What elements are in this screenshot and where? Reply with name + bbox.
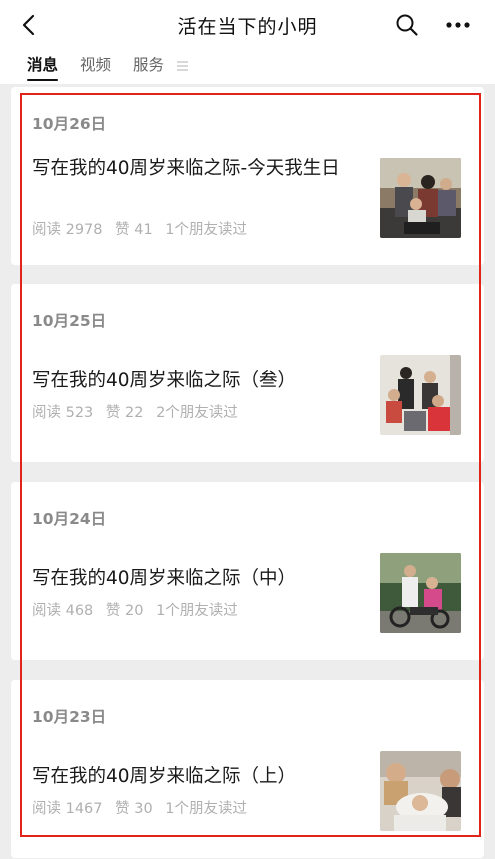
- like-count: 赞 41: [115, 222, 153, 238]
- tab-services[interactable]: 服务: [133, 50, 188, 81]
- tab-bar: 消息 视频 服务: [0, 50, 495, 84]
- article-stats: 阅读 2978 赞 41 1个朋友读过: [32, 218, 255, 239]
- tab-videos[interactable]: 视频: [80, 50, 111, 81]
- article-thumbnail[interactable]: [380, 751, 461, 831]
- page: 活在当下的小明 消息 视频 服务 10月26日 写在我的40周岁来临之际-今天我…: [0, 0, 495, 859]
- top-navbar: 活在当下的小明: [0, 0, 495, 50]
- article-card[interactable]: 10月23日 写在我的40周岁来临之际（上） 阅读 1467 赞 30 1个朋友…: [11, 680, 484, 858]
- article-date: 10月23日: [32, 708, 107, 726]
- article-title[interactable]: 写在我的40周岁来临之际（叁）: [32, 367, 362, 395]
- article-card[interactable]: 10月26日 写在我的40周岁来临之际-今天我生日 阅读 2978 赞 41 1…: [11, 87, 484, 265]
- tab-label: 视频: [80, 56, 112, 74]
- family-photo-image: [380, 158, 461, 238]
- read-count: 阅读 1467: [32, 801, 103, 817]
- like-count: 赞 30: [115, 801, 153, 817]
- tab-label: 消息: [27, 56, 59, 74]
- article-stats: 阅读 523 赞 22 2个朋友读过: [32, 401, 246, 422]
- more-dots-icon: [446, 22, 470, 28]
- article-stats: 阅读 1467 赞 30 1个朋友读过: [32, 797, 255, 818]
- page-title: 活在当下的小明: [177, 15, 318, 38]
- more-button[interactable]: [441, 11, 475, 39]
- search-button[interactable]: [393, 11, 421, 39]
- article-card[interactable]: 10月25日 写在我的40周岁来临之际（叁） 阅读 523 赞 22 2个朋友读…: [11, 284, 484, 462]
- article-thumbnail[interactable]: [380, 158, 461, 238]
- article-stats: 阅读 468 赞 20 1个朋友读过: [32, 599, 246, 620]
- article-title[interactable]: 写在我的40周岁来临之际（上）: [32, 763, 362, 791]
- article-thumbnail[interactable]: [380, 355, 461, 435]
- article-date: 10月26日: [32, 115, 107, 133]
- back-button[interactable]: [14, 10, 44, 40]
- read-count: 阅读 468: [32, 603, 94, 619]
- friends-read: 1个朋友读过: [156, 603, 238, 619]
- article-date: 10月24日: [32, 510, 107, 528]
- article-thumbnail[interactable]: [380, 553, 461, 633]
- chevron-left-icon: [22, 14, 35, 36]
- bedside-photo-image: [380, 751, 461, 831]
- menu-icon: [176, 60, 188, 71]
- like-count: 赞 22: [105, 405, 144, 421]
- friends-read: 1个朋友读过: [165, 801, 248, 817]
- article-title[interactable]: 写在我的40周岁来临之际-今天我生日: [32, 155, 362, 183]
- article-card[interactable]: 10月24日 写在我的40周岁来临之际（中） 阅读 468 赞 20 1个朋友读…: [11, 482, 484, 660]
- search-icon: [396, 14, 418, 36]
- like-count: 赞 20: [105, 603, 144, 619]
- outdoor-photo-image: [380, 553, 461, 633]
- tab-label: 服务: [133, 56, 165, 74]
- read-count: 阅读 2978: [32, 222, 103, 238]
- friends-read: 2个朋友读过: [156, 405, 238, 421]
- tab-messages[interactable]: 消息: [27, 50, 59, 81]
- group-photo-image: [380, 355, 461, 435]
- read-count: 阅读 523: [32, 405, 94, 421]
- article-date: 10月25日: [32, 312, 107, 330]
- article-title[interactable]: 写在我的40周岁来临之际（中）: [32, 565, 362, 593]
- friends-read: 1个朋友读过: [165, 222, 248, 238]
